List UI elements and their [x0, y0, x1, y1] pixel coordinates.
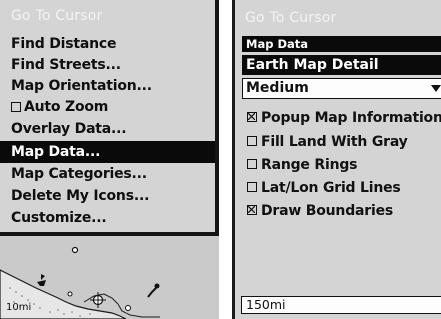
map-data-panel: Go To Cursor Map Data Earth Map Detail M…	[232, 0, 441, 319]
earth-map-detail-label: Earth Map Detail	[242, 55, 441, 75]
checkbox-checked-icon[interactable]	[247, 112, 257, 122]
menu-item-label: Find Distance	[11, 36, 117, 52]
chevron-down-icon	[431, 85, 441, 92]
menu-item-label: Find Streets...	[11, 57, 121, 73]
option-label: Popup Map Information	[261, 110, 441, 126]
menu-item-map-categories[interactable]: Map Categories...	[0, 164, 215, 184]
section-header: Map Data	[242, 36, 441, 52]
option-label: Range Rings	[261, 157, 358, 173]
map-scale: 10mi	[6, 302, 32, 313]
menu-item-go-to-cursor: Go To Cursor	[0, 6, 215, 26]
menu-item-find-distance[interactable]: Find Distance	[0, 34, 215, 54]
menu-item-label: Delete My Icons...	[11, 188, 150, 204]
checkbox-icon[interactable]	[11, 102, 21, 112]
menu-item-label: Map Categories...	[11, 166, 147, 182]
menu-item-label: Auto Zoom	[24, 99, 109, 115]
earth-map-detail-select[interactable]: Medium	[242, 78, 441, 99]
menu-item-label: Go To Cursor	[11, 8, 103, 24]
map-view[interactable]	[0, 236, 219, 319]
select-value: Medium	[246, 80, 309, 96]
option-label: Lat/Lon Grid Lines	[261, 180, 401, 196]
map-graphic	[0, 236, 219, 319]
checkbox-icon[interactable]	[247, 159, 257, 169]
option-fill-land-with-gray[interactable]: Fill Land With Gray	[247, 132, 408, 152]
checkbox-icon[interactable]	[247, 182, 257, 192]
panel-title: Go To Cursor	[245, 10, 337, 26]
option-range-rings[interactable]: Range Rings	[247, 155, 357, 175]
menu-item-auto-zoom[interactable]: Auto Zoom	[0, 97, 215, 117]
option-label: Draw Boundaries	[261, 203, 394, 219]
menu-item-overlay-data[interactable]: Overlay Data...	[0, 119, 215, 139]
scale-bar: 150mi	[241, 296, 441, 314]
option-popup-map-information[interactable]: Popup Map Information	[247, 108, 441, 128]
menu-item-label: Map Orientation...	[11, 78, 152, 94]
menu-item-find-streets[interactable]: Find Streets...	[0, 55, 215, 75]
menu-item-label: Map Data...	[11, 144, 101, 160]
map-scale: 150mi	[246, 297, 286, 312]
option-draw-boundaries[interactable]: Draw Boundaries	[247, 201, 393, 221]
option-lat-lon-grid-lines[interactable]: Lat/Lon Grid Lines	[247, 178, 401, 198]
menu-item-delete-my-icons[interactable]: Delete My Icons...	[0, 186, 215, 206]
menu-item-map-data[interactable]: Map Data...	[0, 141, 215, 163]
popup-menu: Go To Cursor Find Distance Find Streets.…	[0, 0, 219, 236]
option-label: Fill Land With Gray	[261, 134, 408, 150]
checkbox-checked-icon[interactable]	[247, 205, 257, 215]
checkbox-icon[interactable]	[247, 136, 257, 146]
left-screen: Go To Cursor Find Distance Find Streets.…	[0, 0, 219, 319]
menu-item-label: Customize...	[11, 210, 107, 226]
menu-item-map-orientation[interactable]: Map Orientation...	[0, 76, 215, 96]
menu-item-label: Overlay Data...	[11, 121, 127, 137]
menu-item-customize[interactable]: Customize...	[0, 208, 215, 228]
